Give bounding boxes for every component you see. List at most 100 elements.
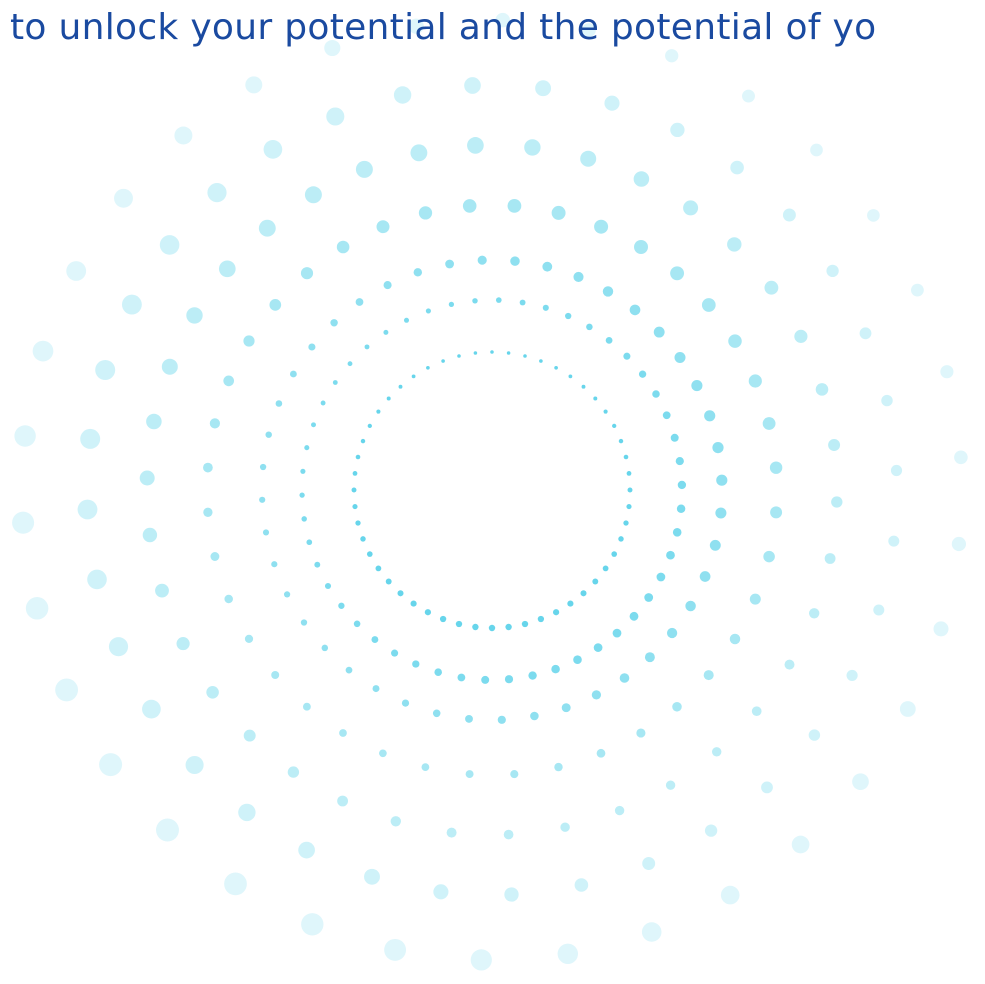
pattern-dot <box>524 139 541 156</box>
pattern-dot <box>591 690 602 700</box>
pattern-dot <box>391 649 399 657</box>
pattern-dot <box>638 370 647 378</box>
pattern-dot <box>490 350 494 354</box>
pattern-dot <box>593 396 598 401</box>
pattern-dot <box>933 621 949 637</box>
pattern-dot <box>206 686 219 699</box>
pattern-dot <box>401 699 410 707</box>
pattern-dot <box>592 578 599 585</box>
pattern-dot <box>683 200 699 216</box>
pattern-dot <box>568 374 573 379</box>
pattern-dot <box>581 384 586 389</box>
pattern-dot <box>867 209 880 222</box>
pattern-dot <box>701 298 716 312</box>
pattern-dot <box>432 709 441 718</box>
pattern-dot <box>677 480 687 490</box>
pattern-dot <box>425 308 431 314</box>
pattern-dot <box>573 271 584 282</box>
pattern-dot <box>542 261 553 272</box>
pattern-dot <box>729 633 741 645</box>
pattern-dot <box>300 267 314 280</box>
pattern-dot <box>551 664 560 674</box>
pattern-dot <box>207 183 227 203</box>
pattern-dot <box>618 536 624 542</box>
pattern-dot <box>826 264 839 278</box>
pattern-dot <box>809 608 820 619</box>
pattern-dot <box>954 450 968 465</box>
pattern-dot <box>99 753 123 777</box>
pattern-dot <box>623 352 631 360</box>
pattern-dot <box>888 535 900 547</box>
pattern-dot <box>611 551 618 557</box>
pattern-dot <box>670 122 685 138</box>
pattern-dot <box>385 578 392 585</box>
pattern-dot <box>263 140 283 159</box>
pattern-dot <box>656 572 666 582</box>
pattern-dot <box>467 137 484 154</box>
pattern-dot <box>161 358 178 375</box>
pattern-dot <box>412 660 420 668</box>
pattern-dot <box>634 240 648 254</box>
pattern-dot <box>636 728 646 738</box>
pattern-dot <box>142 699 161 719</box>
pattern-dot <box>258 219 276 237</box>
pattern-dot <box>283 591 291 598</box>
pattern-dot <box>383 329 389 335</box>
pattern-dot <box>727 237 742 252</box>
pattern-dot <box>709 539 721 551</box>
pattern-dot <box>503 829 514 840</box>
page: to unlock your potential and the potenti… <box>0 0 985 984</box>
pattern-dot <box>95 360 116 380</box>
pattern-dot <box>386 396 391 401</box>
pattern-dot <box>824 553 836 564</box>
pattern-dot <box>507 199 522 213</box>
pattern-dot <box>352 504 358 510</box>
pattern-dot <box>828 439 841 451</box>
pattern-dot <box>764 280 779 295</box>
pattern-dot <box>355 298 364 306</box>
pattern-dot <box>715 507 727 519</box>
pattern-dot <box>623 454 629 460</box>
pattern-dot <box>629 611 639 621</box>
pattern-dot <box>338 602 345 609</box>
pattern-dot <box>465 714 473 723</box>
pattern-dot <box>218 260 236 278</box>
pattern-dot <box>612 423 617 429</box>
pattern-dot <box>298 841 315 859</box>
pattern-dot <box>336 240 350 254</box>
pattern-dot <box>704 410 716 422</box>
pattern-dot <box>364 344 370 350</box>
pattern-dot <box>699 571 711 582</box>
pattern-dot <box>77 499 98 520</box>
pattern-dot <box>574 878 589 892</box>
pattern-dot <box>618 438 624 444</box>
pattern-dot <box>203 507 213 517</box>
pattern-dot <box>462 199 477 213</box>
pattern-dot <box>784 659 795 670</box>
pattern-dot <box>146 413 162 430</box>
pattern-dot <box>495 297 502 303</box>
pattern-dot <box>470 949 492 971</box>
pattern-dot <box>326 107 345 126</box>
pattern-dot <box>156 818 179 842</box>
pattern-dot <box>418 206 433 220</box>
pattern-dot <box>376 220 390 234</box>
pattern-dot <box>301 913 324 936</box>
headline-text: to unlock your potential and the potenti… <box>10 7 877 48</box>
pattern-dot <box>384 938 407 961</box>
pattern-dot <box>728 334 742 348</box>
pattern-dot <box>911 283 924 297</box>
pattern-dot <box>720 885 740 905</box>
pattern-dot <box>472 298 478 304</box>
pattern-dot <box>560 822 570 832</box>
pattern-dot <box>366 551 373 557</box>
pattern-dot <box>142 527 158 543</box>
pattern-dot <box>561 703 571 713</box>
pattern-dot <box>742 89 755 103</box>
pattern-dot <box>703 670 714 681</box>
pattern-dot <box>552 609 560 616</box>
pattern-dot <box>815 383 829 396</box>
pattern-dot <box>535 80 552 97</box>
pattern-dot <box>519 299 526 306</box>
pattern-dot <box>523 354 527 358</box>
